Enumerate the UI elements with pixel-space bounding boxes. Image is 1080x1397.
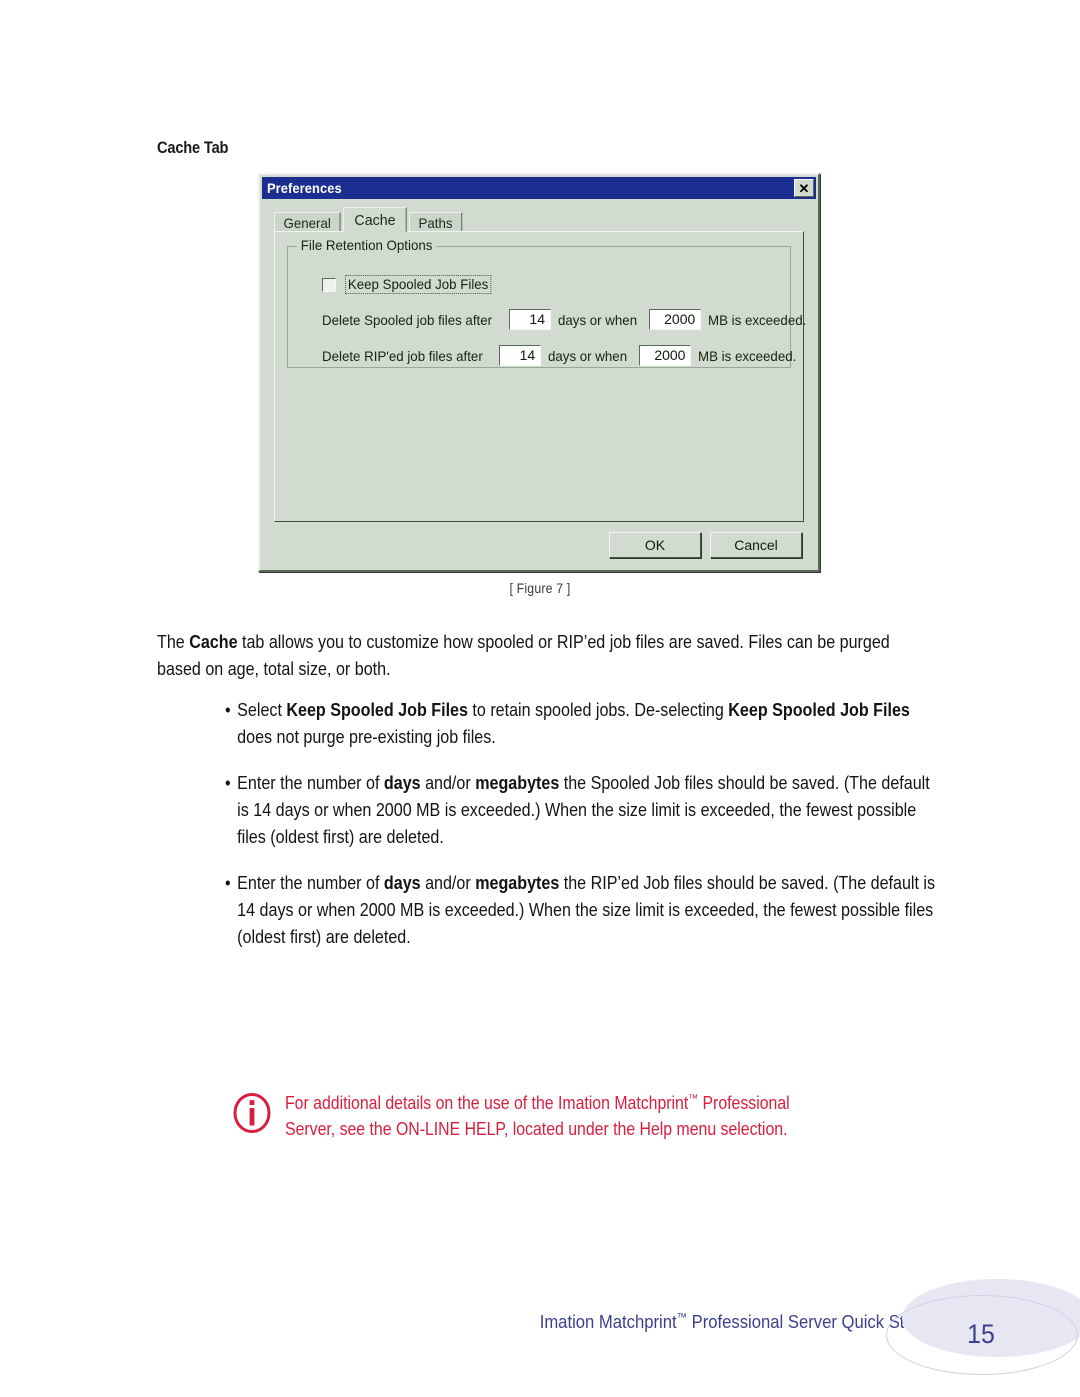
keep-spooled-job-files-checkbox[interactable]	[322, 277, 336, 292]
trademark-symbol: ™	[676, 1311, 688, 1324]
bullet-list: Select Keep Spooled Job Files to retain …	[157, 696, 935, 950]
tab-strip: General Cache Paths	[274, 207, 465, 232]
riped-days-input[interactable]: 14	[499, 345, 542, 366]
body-copy: The Cache tab allows you to customize ho…	[157, 628, 935, 969]
riped-middle-text: days or when	[548, 347, 628, 364]
dialog-title: Preferences	[267, 180, 342, 196]
spooled-mb-input[interactable]: 2000	[649, 309, 702, 330]
spooled-days-input[interactable]: 14	[509, 309, 551, 330]
info-note: For additional details on the use of the…	[232, 1090, 858, 1142]
bullet-seg-bold: megabytes	[475, 872, 560, 893]
bullet-seg: to retain spooled jobs. De-selecting	[467, 699, 729, 720]
delete-spooled-row: Delete Spooled job files after 14 days o…	[322, 309, 812, 330]
page-number-badge: 15	[880, 1265, 1080, 1385]
page-footer: Imation Matchprint™ Professional Server …	[0, 1279, 1080, 1375]
spooled-suffix-text: MB is exceeded.	[708, 311, 807, 328]
bullet-seg-bold: days	[383, 872, 421, 893]
group-label: File Retention Options	[297, 237, 437, 253]
preferences-dialog: Preferences ✕ General Cache Paths File R…	[258, 173, 820, 572]
intro-paragraph: The Cache tab allows you to customize ho…	[157, 628, 925, 682]
bullet-seg-bold: days	[383, 772, 421, 793]
footer-title: Imation Matchprint™ Professional Server …	[540, 1311, 924, 1333]
note-line1-a: For additional details on the use of the…	[285, 1093, 689, 1113]
intro-pre: The	[157, 631, 190, 652]
bullet-seg: and/or	[420, 772, 476, 793]
tab-general-label: General	[283, 214, 331, 231]
trademark-symbol: ™	[688, 1093, 699, 1105]
delete-spooled-prefix: Delete Spooled job files after	[322, 311, 493, 328]
footer-title-a: Imation Matchprint	[539, 1311, 677, 1332]
intro-post: tab allows you to customize how spooled …	[157, 631, 890, 679]
bullet-seg-bold: Keep Spooled Job Files	[728, 699, 910, 720]
bullet-seg: Select	[237, 699, 287, 720]
page-number: 15	[967, 1318, 995, 1349]
info-icon	[233, 1093, 271, 1133]
riped-suffix-text: MB is exceeded.	[698, 347, 797, 364]
tab-cache-label: Cache	[354, 211, 396, 229]
keep-spooled-job-files-label[interactable]: Keep Spooled Job Files	[345, 275, 492, 294]
tab-paths[interactable]: Paths	[409, 212, 463, 232]
dialog-titlebar: Preferences ✕	[262, 177, 816, 199]
tab-paths-label: Paths	[418, 214, 453, 231]
info-note-text: For additional details on the use of the…	[285, 1090, 790, 1142]
bullet-seg: Enter the number of	[237, 772, 384, 793]
checkbox-label-text: Keep Spooled Job Files	[347, 276, 489, 292]
note-line1-b: Professional	[698, 1093, 790, 1113]
tab-cache[interactable]: Cache	[342, 207, 407, 232]
note-line2: Server, see the ON-LINE HELP, located un…	[285, 1119, 788, 1139]
bullet-seg-bold: Keep Spooled Job Files	[286, 699, 468, 720]
close-icon[interactable]: ✕	[794, 179, 814, 197]
bullet-seg: and/or	[420, 872, 476, 893]
spooled-middle-text: days or when	[558, 311, 638, 328]
dialog-buttons: OK Cancel	[609, 532, 802, 558]
delete-riped-prefix: Delete RIP'ed job files after	[322, 347, 483, 364]
page-title: Cache Tab	[157, 138, 229, 157]
file-retention-options-group: File Retention Options Keep Spooled Job …	[287, 237, 807, 368]
list-item: Select Keep Spooled Job Files to retain …	[225, 696, 938, 750]
list-item: Enter the number of days and/or megabyte…	[225, 769, 938, 850]
keep-spooled-job-files-row: Keep Spooled Job Files	[322, 275, 499, 294]
ok-button[interactable]: OK	[609, 532, 701, 558]
intro-bold: Cache	[189, 631, 238, 652]
bullet-seg: does not purge pre-existing job files.	[237, 726, 496, 747]
cancel-button[interactable]: Cancel	[710, 532, 802, 558]
bullet-seg-bold: megabytes	[475, 772, 560, 793]
bullet-seg: Enter the number of	[237, 872, 384, 893]
tab-general[interactable]: General	[274, 212, 341, 232]
figure-caption: [ Figure 7 ]	[509, 580, 571, 596]
delete-riped-row: Delete RIP'ed job files after 14 days or…	[322, 345, 802, 366]
list-item: Enter the number of days and/or megabyte…	[225, 869, 938, 950]
cache-tab-page: File Retention Options Keep Spooled Job …	[274, 231, 807, 522]
riped-mb-input[interactable]: 2000	[639, 345, 692, 366]
